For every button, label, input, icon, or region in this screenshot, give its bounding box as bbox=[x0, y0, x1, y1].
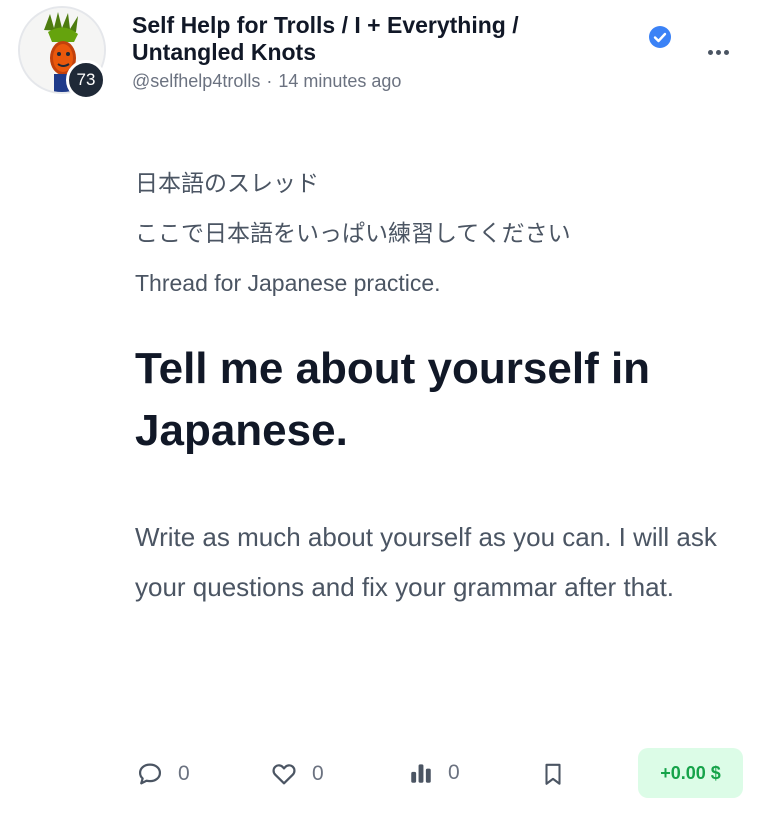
like-button[interactable]: 0 bbox=[270, 760, 324, 788]
intro-line: 日本語のスレッド bbox=[135, 170, 319, 196]
tip-button[interactable]: +0.00 $ bbox=[638, 748, 743, 798]
bookmark-button[interactable] bbox=[540, 760, 566, 788]
post-title[interactable]: Self Help for Trolls / I + Everything / … bbox=[132, 12, 632, 66]
comment-button[interactable]: 0 bbox=[136, 760, 190, 788]
meta-separator: · bbox=[266, 71, 273, 91]
bookmark-icon bbox=[545, 763, 561, 785]
post-intro: 日本語のスレッド ここで日本語をいっぱい練習してください Thread for … bbox=[135, 158, 735, 308]
author-avatar[interactable]: 73 bbox=[18, 6, 108, 100]
post-headline: Tell me about yourself in Japanese. bbox=[135, 344, 651, 455]
views-button[interactable]: 0 bbox=[408, 760, 460, 786]
post-body: Write as much about yourself as you can.… bbox=[135, 522, 717, 602]
action-bar: 0 0 0 +0.00 $ bbox=[0, 748, 768, 800]
bar-chart-icon bbox=[411, 764, 431, 783]
author-handle[interactable]: @selfhelp4trolls bbox=[132, 71, 260, 91]
comment-bubble-icon bbox=[138, 763, 162, 785]
views-count: 0 bbox=[448, 761, 460, 784]
more-dots-icon[interactable] bbox=[700, 40, 736, 64]
verified-check-icon bbox=[649, 26, 671, 48]
level-badge: 73 bbox=[66, 60, 106, 100]
intro-line: Thread for Japanese practice. bbox=[135, 270, 441, 296]
post-meta: @selfhelp4trolls · 14 minutes ago bbox=[132, 71, 401, 92]
heart-icon bbox=[272, 764, 296, 785]
like-count: 0 bbox=[312, 762, 324, 785]
intro-line: ここで日本語をいっぱい練習してください bbox=[135, 220, 571, 246]
comment-count: 0 bbox=[178, 762, 190, 785]
post-time: 14 minutes ago bbox=[278, 71, 402, 91]
